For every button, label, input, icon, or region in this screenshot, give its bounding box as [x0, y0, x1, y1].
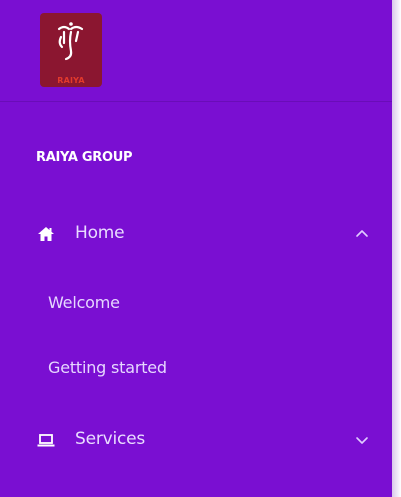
- logo-text: RAIYA: [57, 76, 85, 85]
- nav-item-services-label: Services: [75, 429, 146, 449]
- logo-area: RAIYA: [0, 0, 392, 102]
- home-icon: [36, 224, 56, 244]
- laptop-icon: [36, 430, 56, 450]
- chevron-up-icon[interactable]: [354, 226, 370, 242]
- sub-item-getting-started[interactable]: Getting started: [48, 358, 167, 377]
- nav-item-home-label: Home: [75, 223, 125, 243]
- chevron-down-icon[interactable]: [354, 432, 370, 448]
- nav-item-home[interactable]: Home: [0, 214, 392, 254]
- nav-item-services[interactable]: Services: [0, 420, 392, 460]
- sidebar-edge: [392, 0, 401, 497]
- sub-item-welcome[interactable]: Welcome: [48, 293, 120, 312]
- raiya-logo-icon: [57, 22, 84, 61]
- group-title: RAIYA GROUP: [36, 150, 133, 165]
- sidebar: RAIYA RAIYA GROUP Home Welcome Getting s…: [0, 0, 392, 497]
- logo[interactable]: RAIYA: [40, 13, 102, 87]
